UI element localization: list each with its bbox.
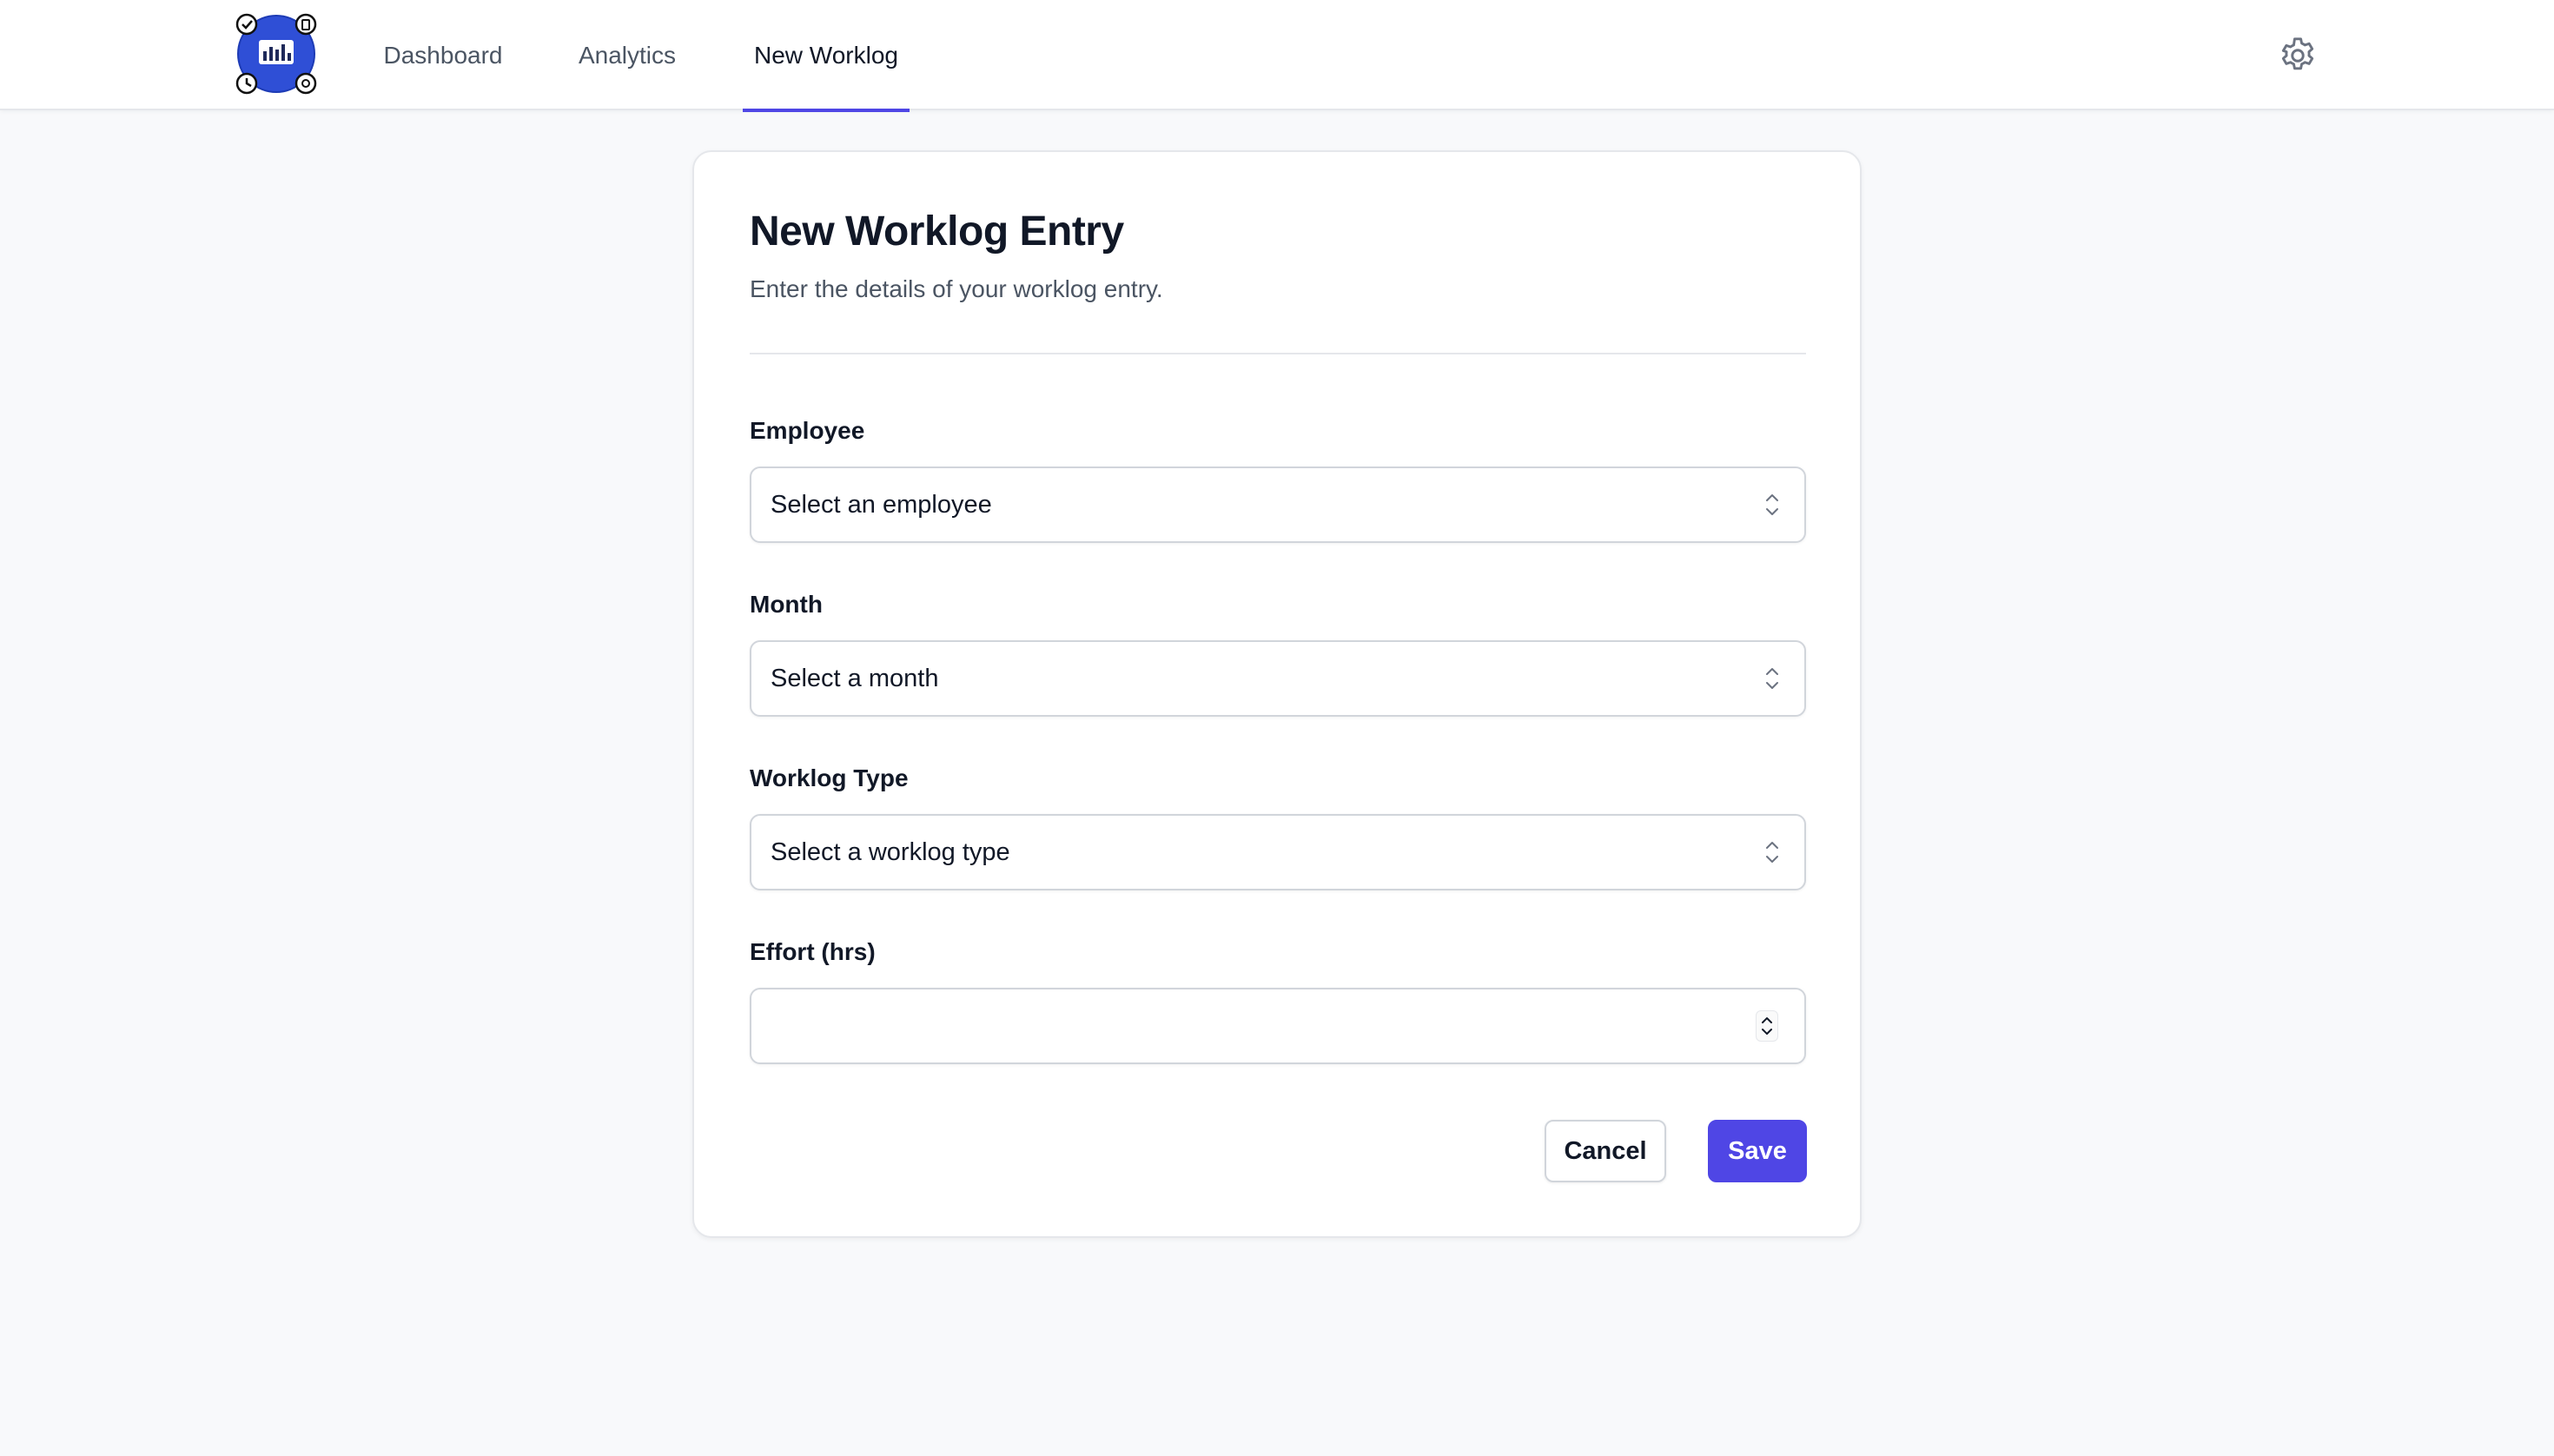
worklog-type-label: Worklog Type — [750, 764, 909, 791]
chevron-up-down-icon — [1763, 663, 1782, 694]
page-title: New Worklog Entry — [750, 208, 1124, 255]
month-label: Month — [750, 591, 823, 618]
gear-icon[interactable] — [2276, 34, 2319, 77]
month-select[interactable]: Select a month — [750, 640, 1806, 717]
chevron-up-down-icon — [1763, 489, 1782, 520]
number-stepper-icon[interactable] — [1756, 1010, 1778, 1042]
effort-label: Effort (hrs) — [750, 938, 876, 965]
month-select-value: Select a month — [771, 664, 939, 692]
top-navigation-bar: Dashboard Analytics New Worklog — [0, 0, 2554, 112]
worklog-type-select-value: Select a worklog type — [771, 837, 1010, 866]
chevron-up-down-icon — [1763, 837, 1782, 868]
page-subtitle: Enter the details of your worklog entry. — [750, 275, 1163, 302]
save-button[interactable]: Save — [1708, 1120, 1807, 1182]
employee-select-value: Select an employee — [771, 490, 992, 519]
employee-label: Employee — [750, 417, 865, 444]
tab-dashboard[interactable]: Dashboard — [372, 0, 514, 110]
worklog-form-card: New Worklog Entry Enter the details of y… — [692, 150, 1862, 1238]
worklog-type-select[interactable]: Select a worklog type — [750, 814, 1806, 890]
effort-hours-input[interactable] — [750, 988, 1806, 1064]
app-logo-icon[interactable] — [235, 12, 318, 96]
tab-analytics[interactable]: Analytics — [568, 0, 686, 110]
tab-new-worklog[interactable]: New Worklog — [743, 0, 910, 112]
cancel-button[interactable]: Cancel — [1545, 1120, 1666, 1182]
divider — [750, 353, 1806, 354]
employee-select[interactable]: Select an employee — [750, 467, 1806, 543]
